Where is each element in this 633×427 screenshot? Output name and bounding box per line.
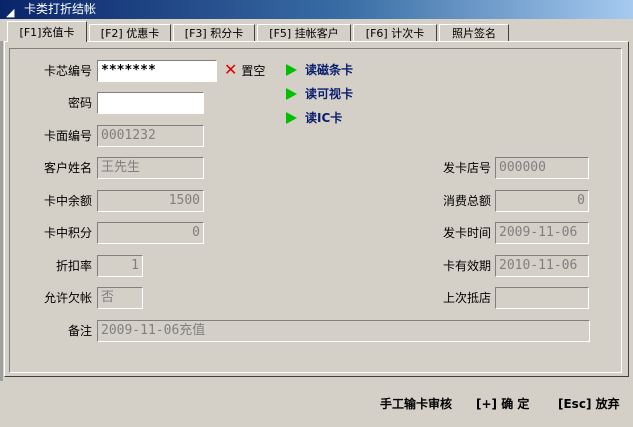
total-spent-label: 消费总额 xyxy=(442,194,491,208)
tab-count-card[interactable]: [F6] 计次卡 xyxy=(353,24,437,41)
issue-store-field: 000000 xyxy=(495,157,589,179)
card-face-no-label: 卡面编号 xyxy=(43,129,92,143)
card-chip-no-input[interactable]: ******* xyxy=(97,60,217,82)
balance-label: 卡中余额 xyxy=(43,194,92,208)
play-icon xyxy=(286,112,297,124)
points-field: 0 xyxy=(97,222,204,244)
discount-field: 1 xyxy=(97,255,143,277)
card-chip-no-label: 卡芯编号 xyxy=(43,64,92,78)
issue-date-label: 发卡时间 xyxy=(442,226,491,240)
allow-debt-label: 允许欠帐 xyxy=(43,291,92,305)
tab-discount-card[interactable]: [F2] 优惠卡 xyxy=(89,24,171,41)
title-bar: ◢ 卡类打折结帐 xyxy=(0,0,633,19)
clear-button-label: 置空 xyxy=(241,64,266,78)
read-visible-card-button[interactable]: 读可视卡 xyxy=(305,86,353,102)
close-icon: ✕ xyxy=(224,60,238,79)
manual-audit-button[interactable]: 手工输卡审核 xyxy=(380,396,452,412)
confirm-button[interactable]: [+] 确 定 xyxy=(476,396,529,412)
points-label: 卡中积分 xyxy=(43,226,92,240)
last-store-field xyxy=(495,287,589,309)
play-icon xyxy=(286,64,297,76)
note-field: 2009-11-06充值 xyxy=(97,320,590,342)
clear-button[interactable]: ✕ 置空 xyxy=(224,62,265,79)
tab-credit-customer[interactable]: [F5] 挂帐客户 xyxy=(257,24,351,41)
cancel-button[interactable]: [Esc] 放弃 xyxy=(558,396,620,412)
issue-store-label: 发卡店号 xyxy=(442,161,491,175)
left-edge xyxy=(0,41,3,381)
window-title: 卡类打折结帐 xyxy=(24,2,97,16)
expiry-label: 卡有效期 xyxy=(442,259,491,273)
discount-label: 折扣率 xyxy=(55,259,92,273)
expiry-field: 2010-11-06 xyxy=(495,255,589,277)
play-icon xyxy=(286,88,297,100)
password-input[interactable] xyxy=(97,92,204,114)
customer-name-label: 客户姓名 xyxy=(43,161,92,175)
tab-bar: [F1]充值卡 [F2] 优惠卡 [F3] 积分卡 [F5] 挂帐客户 [F6]… xyxy=(0,19,633,42)
total-spent-field: 0 xyxy=(495,190,589,212)
read-magstripe-button[interactable]: 读磁条卡 xyxy=(305,62,353,78)
read-ic-card-button[interactable]: 读IC卡 xyxy=(305,110,342,126)
balance-field: 1500 xyxy=(97,190,204,212)
note-label: 备注 xyxy=(67,324,92,338)
last-store-label: 上次抵店 xyxy=(442,291,491,305)
tab-photo-signature[interactable]: 照片签名 xyxy=(439,24,509,41)
password-label: 密码 xyxy=(67,96,92,110)
tab-prepaid-card[interactable]: [F1]充值卡 xyxy=(7,21,87,42)
tab-points-card[interactable]: [F3] 积分卡 xyxy=(173,24,255,41)
card-face-no-field: 0001232 xyxy=(97,125,204,147)
issue-date-field: 2009-11-06 xyxy=(495,222,589,244)
allow-debt-field: 否 xyxy=(97,287,143,309)
customer-name-field: 王先生 xyxy=(97,157,204,179)
